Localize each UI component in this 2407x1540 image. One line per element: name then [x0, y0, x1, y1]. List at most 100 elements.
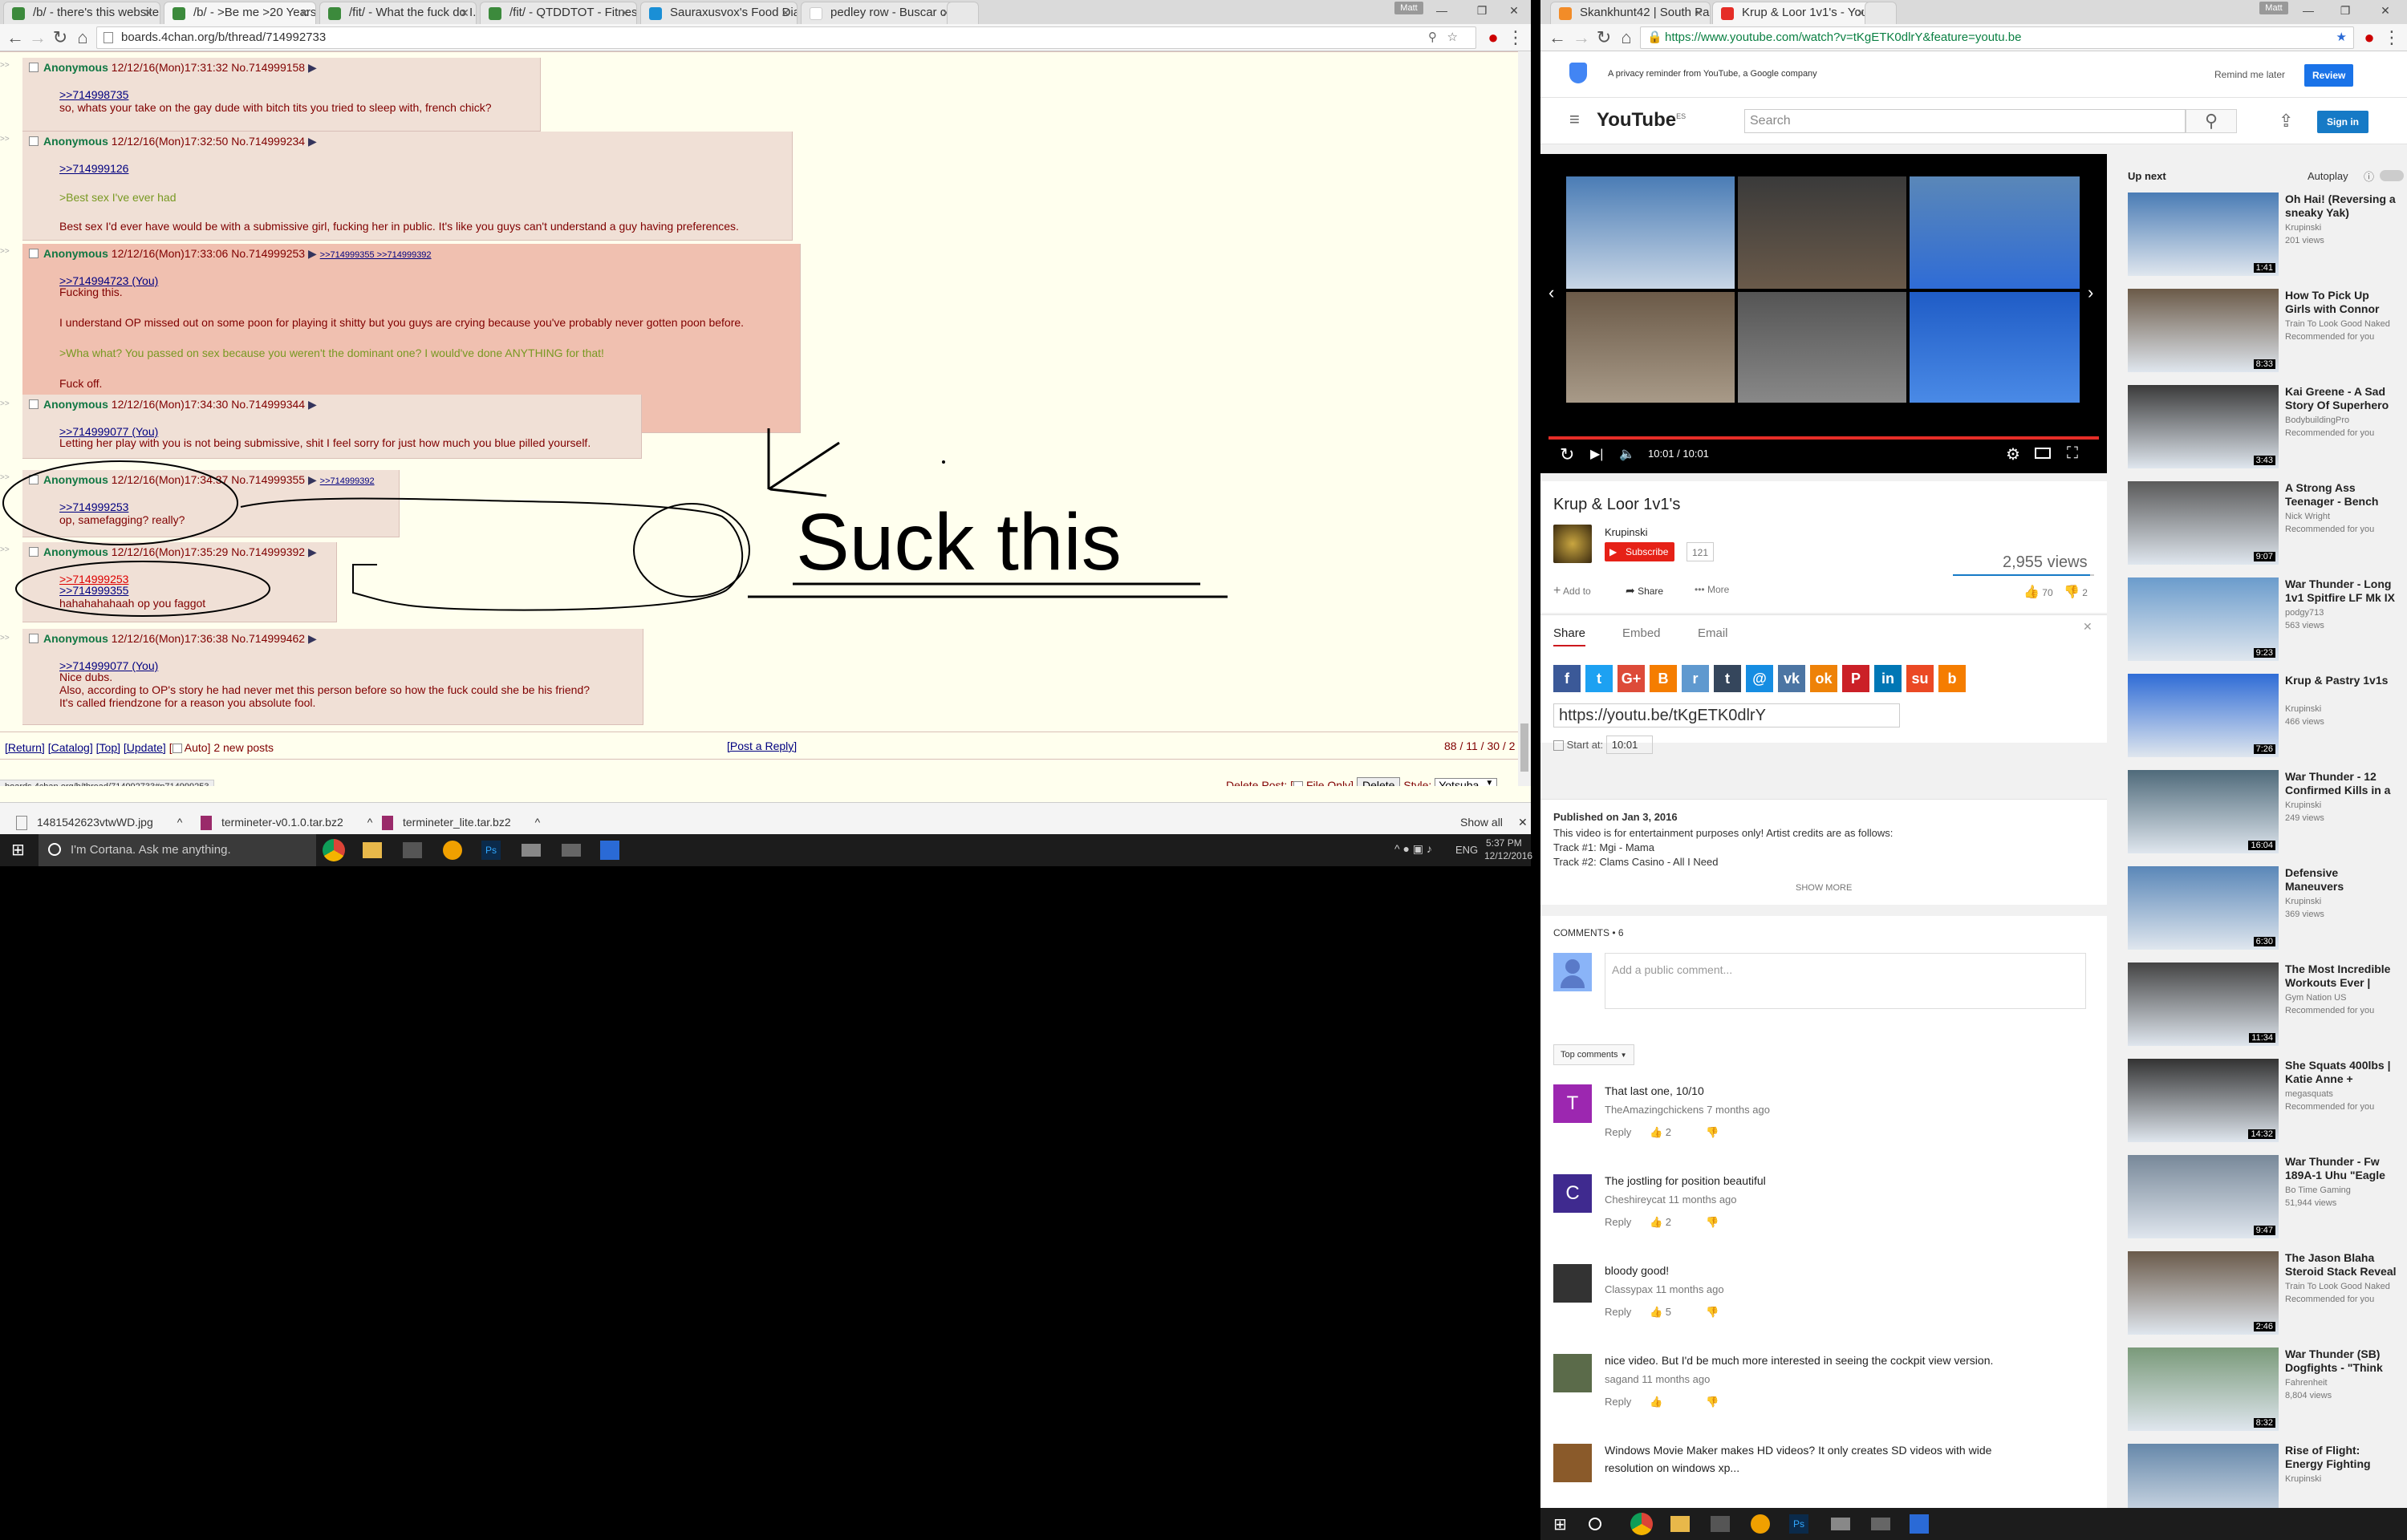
related-video-title[interactable]: Rise of Flight: Energy Fighting [2285, 1444, 2397, 1471]
tab-fit-qtddtot[interactable]: /fit/ - QTDDTOT - Fitness...✕ [480, 2, 637, 24]
sign-in-button[interactable]: Sign in [2317, 111, 2368, 133]
show-all-button[interactable]: Show all [1460, 813, 1503, 832]
video-thumbnail[interactable]: 9:07 [2128, 481, 2279, 565]
language-indicator[interactable]: ENG [1455, 844, 1478, 856]
related-video-item[interactable]: 11:34 The Most Incredible Workouts Ever |… [2128, 962, 2401, 1067]
commenter-avatar[interactable] [1553, 1444, 1592, 1482]
remind-later-button[interactable]: Remind me later [2214, 69, 2285, 80]
app-taskbar-icon[interactable] [522, 844, 541, 857]
commenter-avatar[interactable]: T [1553, 1084, 1592, 1123]
video-thumbnail[interactable]: 8:32 [2128, 1348, 2279, 1431]
share-button[interactable]: ➦ Share [1626, 584, 1663, 598]
cortana-search[interactable]: I'm Cortana. Ask me anything. [39, 834, 316, 866]
tab-fit-what[interactable]: /fit/ - What the fuck do I... ✕ [319, 2, 477, 24]
auto-checkbox[interactable] [172, 744, 182, 754]
new-tab-button[interactable] [947, 2, 979, 24]
forward-arrow-icon[interactable]: → [27, 27, 48, 48]
download-item[interactable]: 1481542623vtwWD.jpg ^ [16, 813, 182, 832]
related-video-item[interactable]: 7:26 Krup & Pastry 1v1s Krupinski 466 views [2128, 674, 2401, 778]
share-url-input[interactable]: https://youtu.be/tKgETK0dlrY [1553, 703, 1900, 727]
stumbleupon-icon[interactable]: su [1906, 665, 1934, 692]
close-icon[interactable]: ✕ [620, 2, 630, 23]
channel-avatar[interactable] [1553, 525, 1592, 563]
app-taskbar-icon[interactable] [600, 841, 619, 860]
related-video-item[interactable]: 8:33 How To Pick Up Girls with Connor Mur… [2128, 289, 2401, 393]
review-button[interactable]: Review [2304, 64, 2354, 87]
video-thumbnail[interactable] [2128, 1444, 2279, 1508]
video-thumbnail[interactable]: 6:30 [2128, 866, 2279, 950]
reply-button[interactable]: Reply [1605, 1126, 1631, 1138]
window-close-button[interactable]: ✕ [2372, 0, 2399, 21]
upload-icon[interactable]: ⇪ [2279, 111, 2293, 132]
photoshop-taskbar-icon[interactable]: Ps [481, 841, 501, 860]
video-thumbnail[interactable]: 9:47 [2128, 1155, 2279, 1238]
comment-author[interactable]: sagand 11 months ago [1605, 1373, 1710, 1385]
comment-author[interactable]: Cheshireycat 11 months ago [1605, 1194, 1737, 1206]
related-video-item[interactable]: 9:47 War Thunder - Fw 189A-1 Uhu "Eagle Bo… [2128, 1155, 2401, 1259]
extension-icon[interactable]: ● [2359, 27, 2380, 48]
app-taskbar-icon[interactable] [443, 841, 462, 860]
video-thumbnail[interactable]: 1:41 [2128, 192, 2279, 276]
tab-google-search[interactable]: pedley row - Buscar con...✕ [801, 2, 958, 24]
app-taskbar-icon[interactable] [403, 842, 422, 858]
end-screen-thumb[interactable] [1566, 176, 1735, 289]
comment-dislike-button[interactable]: 👎 [1706, 1306, 1719, 1319]
chevron-up-icon[interactable]: ^ [367, 816, 373, 829]
fullscreen-icon[interactable]: ⛶ [2067, 444, 2078, 463]
close-downloads-icon[interactable]: ✕ [1518, 813, 1528, 832]
reload-icon[interactable]: ↻ [50, 27, 71, 48]
related-video-item[interactable]: 9:07 A Strong Ass Teenager - Bench Day Nic… [2128, 481, 2401, 586]
related-video-item[interactable]: 6:30 Defensive Maneuvers Krupinski 369 view… [2128, 866, 2401, 971]
chevron-up-icon[interactable]: ^ [177, 816, 183, 829]
linkedin-icon[interactable]: in [1874, 665, 1902, 692]
reply-button[interactable]: Reply [1605, 1306, 1631, 1318]
related-video-title[interactable]: War Thunder - 12 Confirmed Kills in a [2285, 770, 2397, 797]
menu-icon[interactable]: ⋮ [2381, 27, 2402, 48]
settings-gear-icon[interactable]: ⚙ [2006, 444, 2020, 464]
extension-icon[interactable]: ● [1483, 27, 1504, 48]
vk-icon[interactable]: vk [1778, 665, 1805, 692]
show-more-button[interactable]: SHOW MORE [1796, 883, 1852, 893]
share-tab-email[interactable]: Email [1698, 626, 1728, 640]
minimize-button[interactable]: — [1428, 0, 1455, 21]
return-link[interactable]: [Return] [5, 741, 45, 754]
chrome-taskbar-icon[interactable] [323, 839, 345, 861]
comment-like-button[interactable]: 👍 2 [1650, 1216, 1671, 1229]
related-video-title[interactable]: Krup & Pastry 1v1s [2285, 674, 2397, 701]
maximize-button[interactable]: ❐ [1468, 0, 1496, 21]
guide-menu-icon[interactable]: ≡ [1569, 109, 1580, 130]
replay-icon[interactable]: ↻ [1560, 444, 1574, 465]
close-icon[interactable]: ✕ [781, 2, 790, 23]
reply-button[interactable]: Reply [1605, 1216, 1631, 1228]
subscribe-button[interactable]: ▶ Subscribe [1605, 542, 1675, 561]
commenter-avatar[interactable] [1553, 1264, 1592, 1303]
google-plus-icon[interactable]: G+ [1618, 665, 1645, 692]
explorer-taskbar-icon[interactable] [363, 842, 382, 858]
home-icon[interactable]: ⌂ [72, 27, 93, 48]
app-taskbar-icon[interactable] [1751, 1514, 1770, 1534]
blogger-alt-icon[interactable]: b [1938, 665, 1966, 692]
dislike-button[interactable]: 👎 2 [2064, 584, 2088, 600]
windows-start-icon[interactable]: ⊞ [1553, 1514, 1567, 1534]
reddit-icon[interactable]: r [1682, 665, 1709, 692]
start-at-checkbox[interactable] [1553, 740, 1564, 752]
maximize-button[interactable]: ❐ [2332, 0, 2359, 21]
windows-start-icon[interactable]: ⊞ [11, 842, 27, 858]
comment-dislike-button[interactable]: 👎 [1706, 1126, 1719, 1139]
like-button[interactable]: 👍 70 [2023, 584, 2053, 600]
video-thumbnail[interactable]: 11:34 [2128, 962, 2279, 1046]
related-video-title[interactable]: How To Pick Up Girls with Connor Murphy [2285, 289, 2397, 316]
related-video-title[interactable]: Defensive Maneuvers [2285, 866, 2397, 894]
close-share-icon[interactable]: ✕ [2083, 620, 2092, 634]
volume-icon[interactable]: 🔈 [1619, 446, 1635, 462]
window-close-button[interactable]: ✕ [1500, 0, 1528, 21]
tab-food-diary[interactable]: Sauraxusvox's Food Diar...✕ [640, 2, 798, 24]
comment-like-button[interactable]: 👍 2 [1650, 1126, 1671, 1139]
minimize-button[interactable]: — [2295, 0, 2322, 21]
file-only-checkbox[interactable] [1293, 781, 1304, 786]
prev-arrow-icon[interactable]: ‹ [1549, 282, 1554, 303]
chrome-taskbar-icon[interactable] [1630, 1513, 1653, 1535]
home-icon[interactable]: ⌂ [1616, 27, 1637, 48]
post-reply-link[interactable]: [Post a Reply] [727, 740, 797, 752]
end-screen-thumb[interactable] [1910, 176, 2080, 289]
